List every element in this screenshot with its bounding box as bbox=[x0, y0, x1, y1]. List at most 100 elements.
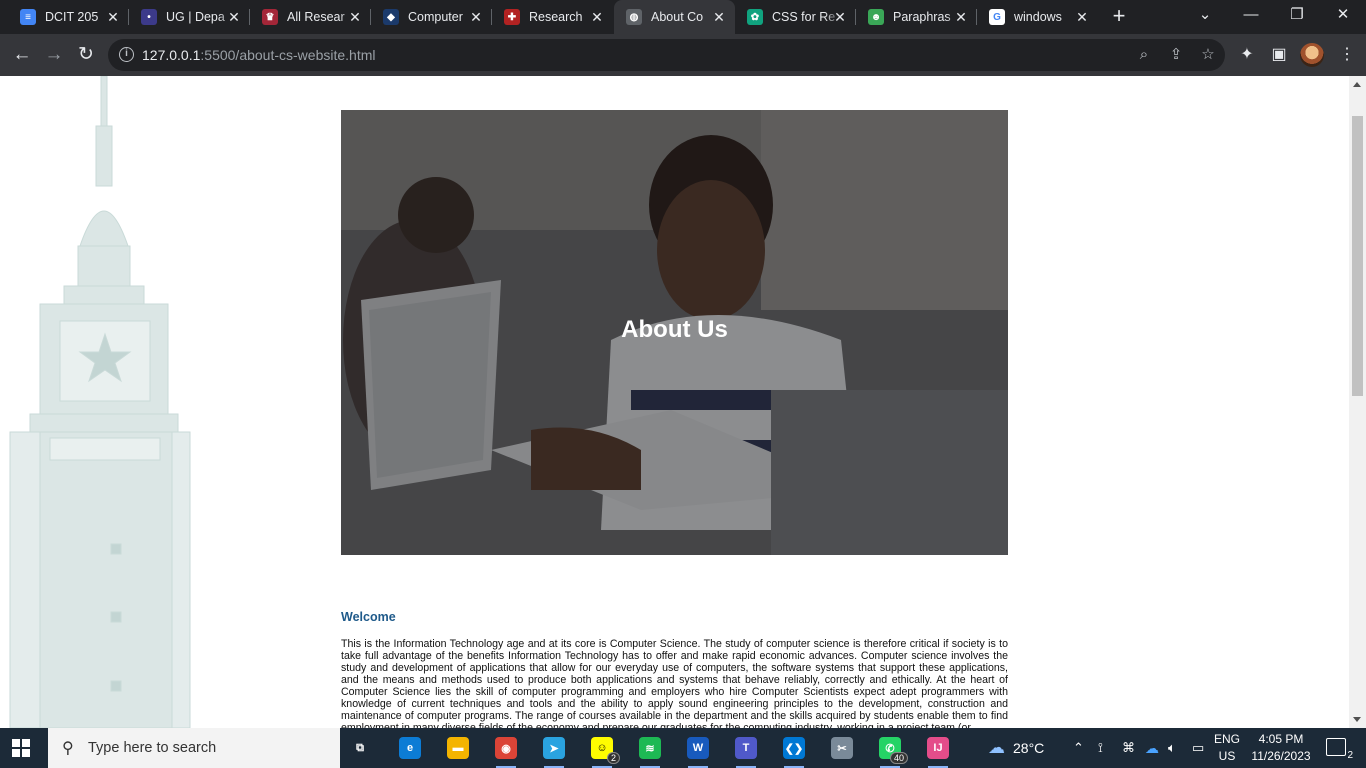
spotify-icon: ≋ bbox=[639, 737, 661, 759]
taskbar-app-intellij[interactable]: IJ bbox=[922, 732, 954, 768]
notification-center-icon[interactable]: 2 bbox=[1326, 738, 1353, 761]
browser-tab[interactable]: ☻ Paraphras ✕ bbox=[856, 0, 977, 34]
intellij-icon: IJ bbox=[927, 737, 949, 759]
taskbar-app-vscode[interactable]: ❮❯ bbox=[778, 732, 810, 768]
browser-tab[interactable]: ◆ Computer ✕ bbox=[371, 0, 492, 34]
notification-count: 2 bbox=[1347, 750, 1353, 761]
extensions-puzzle-icon[interactable]: ✦ bbox=[1236, 44, 1258, 66]
windows-taskbar: ⚲ Type here to search ⧉ e ▬ ◉ ➤ ☺ 2 ≋ W T ❮❯ ✂ ✆ 40 IJ… bbox=[0, 728, 1366, 768]
taskbar-app-chrome[interactable]: ◉ bbox=[490, 732, 522, 768]
close-tab-icon[interactable]: ✕ bbox=[589, 9, 605, 25]
tab-search-chevron-icon[interactable]: ⌄ bbox=[1182, 0, 1228, 34]
url-path: :5500/about-cs-website.html bbox=[200, 47, 376, 63]
scroll-up-arrow-icon[interactable] bbox=[1353, 82, 1361, 87]
start-windows-icon[interactable] bbox=[12, 739, 30, 757]
taskbar-app-file-explorer[interactable]: ▬ bbox=[442, 732, 474, 764]
new-tab-button[interactable]: + bbox=[1108, 5, 1130, 27]
word-icon: W bbox=[687, 737, 709, 759]
close-tab-icon[interactable]: ✕ bbox=[953, 9, 969, 25]
close-tab-icon[interactable]: ✕ bbox=[832, 9, 848, 25]
taskbar-app-taskview[interactable]: ⧉ bbox=[344, 732, 376, 764]
snipping-tool-icon: ✂ bbox=[831, 737, 853, 759]
crest-icon: ✚ bbox=[504, 9, 520, 25]
vscode-icon: ❮❯ bbox=[783, 737, 805, 759]
taskbar-app-teams[interactable]: T bbox=[730, 732, 762, 768]
page-viewport: About Us Welcome This is the Information… bbox=[0, 76, 1366, 728]
weather-cloud-icon: ☁ bbox=[988, 738, 1005, 757]
side-panel-icon[interactable]: ▣ bbox=[1268, 44, 1290, 66]
share-icon[interactable]: ⇪ bbox=[1166, 45, 1186, 65]
globe-icon: ◍ bbox=[626, 9, 642, 25]
close-tab-icon[interactable]: ✕ bbox=[1074, 9, 1090, 25]
browser-tab[interactable]: ✚ Research ✕ bbox=[492, 0, 613, 34]
battery-icon[interactable]: ▭ bbox=[1192, 728, 1204, 768]
browser-tab[interactable]: ✿ CSS for Re ✕ bbox=[735, 0, 856, 34]
search-icon: ⚲ bbox=[62, 740, 74, 757]
profile-avatar[interactable] bbox=[1300, 43, 1324, 67]
language-code: ENG bbox=[1214, 732, 1241, 746]
robot-icon: ☻ bbox=[868, 9, 884, 25]
clock-tower-background-image bbox=[9, 76, 191, 728]
language-region: US bbox=[1218, 749, 1236, 763]
ug-icon: • bbox=[141, 9, 157, 25]
shield-icon: ◆ bbox=[383, 9, 399, 25]
welcome-section: Welcome This is the Information Technolo… bbox=[341, 610, 1008, 728]
forward-button[interactable]: → bbox=[40, 41, 68, 69]
show-hidden-icons-chevron-icon[interactable]: ⌃ bbox=[1073, 728, 1084, 768]
page-scrollbar[interactable] bbox=[1349, 76, 1366, 728]
taskbar-app-spotify[interactable]: ≋ bbox=[634, 732, 666, 768]
address-bar[interactable]: i 127.0.0.1:5500/about-cs-website.html ⌕… bbox=[108, 39, 1225, 71]
tab-strip: ≡ DCIT 205 ✕ • UG | Depa ✕ ♛ All Resear ✕ ◆ Comput… bbox=[0, 0, 1366, 34]
search-placeholder: Type here to search bbox=[88, 740, 217, 756]
clock-date: 11/26/2023 bbox=[1251, 749, 1311, 763]
reload-button[interactable]: ↻ bbox=[72, 41, 100, 69]
bookmark-star-icon[interactable]: ☆ bbox=[1198, 45, 1218, 65]
browser-tab[interactable]: ≡ DCIT 205 ✕ bbox=[8, 0, 129, 34]
volume-icon[interactable]: 🔈︎ bbox=[1168, 728, 1176, 768]
openai-icon: ✿ bbox=[747, 9, 763, 25]
close-window-button[interactable]: ✕ bbox=[1320, 0, 1366, 34]
input-language-indicator[interactable]: ENG US bbox=[1214, 731, 1240, 765]
browser-tab[interactable]: ◍ About Co ✕ bbox=[614, 0, 735, 34]
site-info-icon[interactable]: i bbox=[119, 47, 134, 62]
welcome-heading: Welcome bbox=[341, 610, 396, 624]
restore-button[interactable]: ❐ bbox=[1274, 0, 1320, 34]
hero-banner-image: About Us bbox=[341, 110, 1008, 555]
chrome-icon: ◉ bbox=[495, 737, 517, 759]
url-host: 127.0.0.1 bbox=[142, 47, 201, 63]
app-badge-count: 40 bbox=[889, 752, 908, 764]
meet-now-icon[interactable]: ⌘ bbox=[1122, 728, 1135, 768]
browser-tab[interactable]: • UG | Depa ✕ bbox=[129, 0, 250, 34]
taskbar-app-word[interactable]: W bbox=[682, 732, 714, 768]
docs-icon: ≡ bbox=[20, 9, 36, 25]
taskbar-app-snipping-tool[interactable]: ✂ bbox=[826, 732, 858, 764]
close-tab-icon[interactable]: ✕ bbox=[226, 9, 242, 25]
hero-title: About Us bbox=[621, 316, 728, 343]
scrollbar-thumb[interactable] bbox=[1352, 116, 1363, 396]
taskbar-search-box[interactable]: ⚲ Type here to search bbox=[48, 728, 340, 768]
telegram-icon: ➤ bbox=[543, 737, 565, 759]
onedrive-icon[interactable]: ☁ bbox=[1145, 728, 1159, 768]
taskbar-app-whatsapp[interactable]: ✆ 40 bbox=[874, 732, 908, 768]
welcome-paragraph: This is the Information Technology age a… bbox=[341, 638, 1008, 728]
taskbar-app-edge[interactable]: e bbox=[394, 732, 426, 764]
weather-widget[interactable]: ☁ 28°C bbox=[988, 728, 1044, 768]
browser-tab[interactable]: ♛ All Resear ✕ bbox=[250, 0, 371, 34]
zoom-icon[interactable]: ⌕ bbox=[1134, 45, 1154, 65]
minimize-button[interactable]: — bbox=[1228, 0, 1274, 34]
menu-kebab-icon[interactable]: ⋮ bbox=[1336, 44, 1358, 66]
taskbar-clock[interactable]: 4:05 PM 11/26/2023 bbox=[1248, 731, 1314, 765]
taskbar-app-telegram[interactable]: ➤ bbox=[538, 732, 570, 768]
network-icon[interactable]: ⟟ bbox=[1098, 728, 1103, 768]
close-tab-icon[interactable]: ✕ bbox=[711, 9, 727, 25]
weather-temp: 28°C bbox=[1013, 740, 1045, 756]
taskbar-app-snapchat[interactable]: ☺ 2 bbox=[586, 732, 620, 768]
browser-tab[interactable]: Gwindows ✕ bbox=[977, 0, 1098, 34]
browser-toolbar: ← → ↻ i 127.0.0.1:5500/about-cs-website.… bbox=[0, 34, 1366, 76]
back-button[interactable]: ← bbox=[8, 41, 36, 69]
scroll-down-arrow-icon[interactable] bbox=[1353, 717, 1361, 722]
close-tab-icon[interactable]: ✕ bbox=[468, 9, 484, 25]
close-tab-icon[interactable]: ✕ bbox=[105, 9, 121, 25]
url-text[interactable]: 127.0.0.1:5500/about-cs-website.html bbox=[142, 47, 375, 63]
close-tab-icon[interactable]: ✕ bbox=[347, 9, 363, 25]
